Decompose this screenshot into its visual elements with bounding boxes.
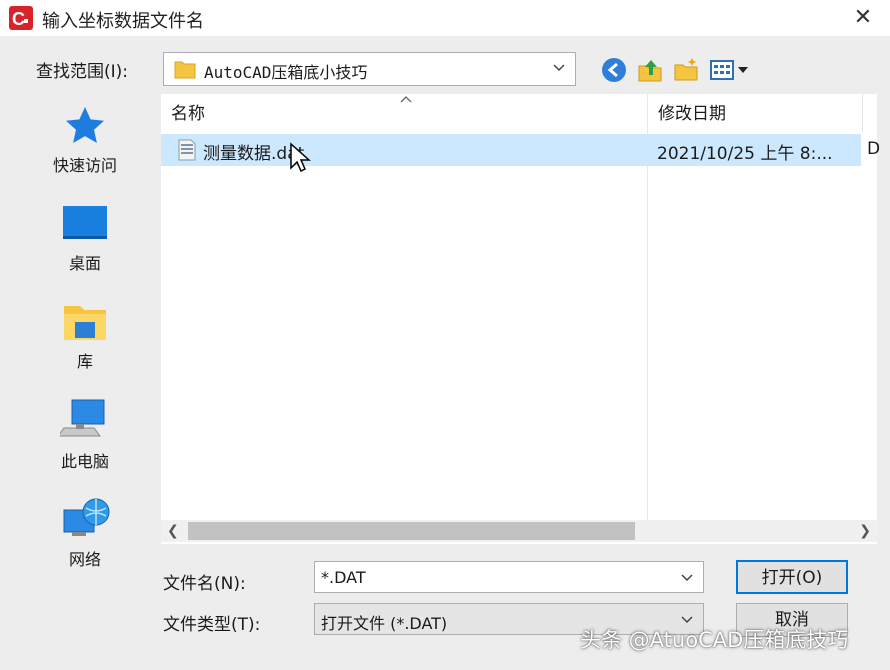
star-icon	[66, 107, 104, 143]
title-bar: C 输入坐标数据文件名 ✕	[0, 0, 890, 36]
view-menu-icon[interactable]	[708, 56, 752, 84]
sort-ascending-icon	[400, 96, 412, 103]
lookin-dropdown[interactable]: AutoCAD压箱底小技巧	[163, 52, 576, 86]
filename-label: 文件名(N):	[163, 574, 246, 594]
column-header-label: 修改日期	[658, 104, 726, 124]
svg-text:C: C	[12, 9, 25, 29]
dat-file-icon	[178, 139, 196, 161]
scrollbar-thumb[interactable]	[188, 522, 635, 540]
window-title: 输入坐标数据文件名	[42, 11, 204, 32]
watermark-text: 头条 @AtuoCAD压箱底技巧	[580, 628, 849, 652]
filename-value: *.DAT	[321, 568, 366, 587]
filetype-label: 文件类型(T):	[163, 615, 261, 635]
close-button[interactable]: ✕	[850, 5, 876, 31]
place-label: 桌面	[68, 254, 101, 273]
up-folder-icon[interactable]	[636, 56, 664, 84]
file-row[interactable]: 测量数据.dat 2021/10/25 上午 8:... D	[161, 134, 880, 166]
scroll-right-icon[interactable]: ❯	[859, 523, 871, 539]
place-label: 网络	[68, 550, 101, 569]
file-list[interactable]: 名称 修改日期 测量数据.dat 2021/10/25 上午 8:... D ❮…	[161, 94, 880, 544]
place-label: 库	[76, 352, 93, 371]
chevron-down-icon	[553, 64, 565, 72]
place-label: 快速访问	[52, 156, 117, 175]
place-label: 此电脑	[60, 452, 109, 471]
computer-icon	[60, 399, 105, 437]
place-network[interactable]: 网络	[30, 496, 140, 586]
places-bar: 快速访问 桌面 库 此电脑 网络	[30, 94, 140, 594]
desktop-icon	[63, 206, 107, 239]
file-modified-date: 2021/10/25 上午 8:...	[657, 144, 833, 164]
column-header-modified[interactable]: 修改日期	[648, 94, 863, 132]
scroll-left-icon[interactable]: ❮	[167, 523, 179, 539]
open-button[interactable]: 打开(O)	[736, 560, 848, 594]
place-this-pc[interactable]: 此电脑	[30, 398, 140, 488]
folder-icon	[174, 61, 196, 79]
place-desktop[interactable]: 桌面	[30, 202, 140, 292]
file-type-truncated: D	[867, 139, 881, 159]
library-icon	[64, 306, 106, 340]
new-folder-icon[interactable]	[672, 56, 700, 84]
lookin-value: AutoCAD压箱底小技巧	[204, 63, 368, 82]
chevron-down-icon[interactable]	[679, 570, 695, 586]
filetype-value: 打开文件 (*.DAT)	[321, 614, 448, 633]
mouse-cursor-icon	[290, 142, 311, 173]
column-header-label: 名称	[171, 104, 205, 124]
place-library[interactable]: 库	[30, 300, 140, 390]
filename-input[interactable]: *.DAT	[314, 561, 704, 593]
network-icon	[63, 498, 110, 536]
back-icon[interactable]	[600, 56, 628, 84]
horizontal-scrollbar[interactable]: ❮ ❯	[161, 520, 877, 542]
place-quick-access[interactable]: 快速访问	[30, 104, 140, 194]
lookin-label: 查找范围(I):	[36, 62, 129, 82]
autocad-app-icon: C	[9, 6, 33, 30]
